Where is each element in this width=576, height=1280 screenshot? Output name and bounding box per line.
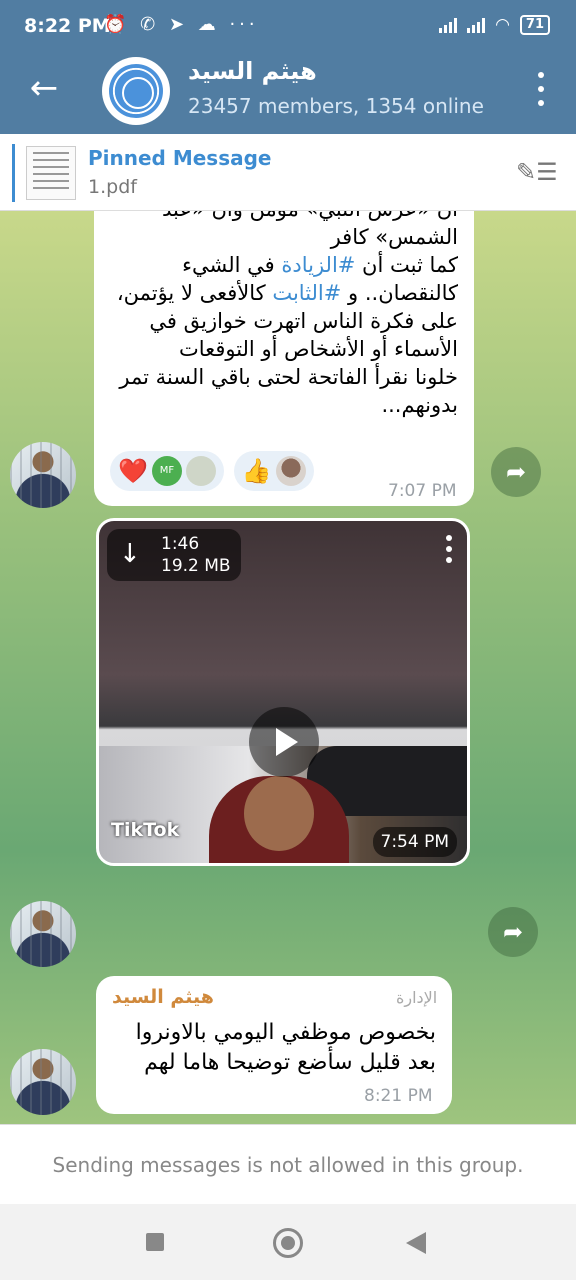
group-avatar[interactable] <box>102 57 170 125</box>
message-bubble-admin[interactable]: الإدارة هيثم السيد بخصوص موظفي اليومي با… <box>96 976 452 1114</box>
message-line: خلونا نقرأ الفاتحة لحتى باقي السنة تمر <box>119 365 458 389</box>
status-bar: 8:22 PM ⏰ ✆ ➤ ☁ ··· ◠ 71 <box>0 0 576 52</box>
system-nav-bar <box>0 1204 576 1280</box>
video-message[interactable]: ↓ 1:46 19.2 MB TikTok 7:54 PM <box>96 518 470 866</box>
share-icon[interactable]: ➦ <box>491 447 541 497</box>
wifi-icon: ◠ <box>495 15 510 35</box>
message-line: كما ثبت أن #الزيادة في الشيء <box>182 253 458 277</box>
pinned-list-icon[interactable]: ✎☰ <box>516 158 558 186</box>
sender-name[interactable]: هيثم السيد <box>112 986 214 1008</box>
pinned-bar[interactable] <box>0 134 576 211</box>
hashtag-link[interactable]: #الثابت <box>272 281 341 305</box>
pinned-file-name: 1.pdf <box>88 176 137 198</box>
heart-icon: ❤️ <box>118 457 148 485</box>
status-icons: ⏰ ✆ ➤ ☁ ··· <box>104 14 259 35</box>
message-line: الشمس» كافر <box>330 225 458 249</box>
sender-avatar[interactable] <box>10 901 76 967</box>
tiktok-watermark: TikTok <box>111 819 180 841</box>
battery-icon: 71 <box>519 15 550 35</box>
notice-text: Sending messages is not allowed in this … <box>52 1153 524 1177</box>
recents-icon[interactable] <box>146 1233 164 1251</box>
pinned-title[interactable]: Pinned Message <box>88 146 272 170</box>
status-time: 8:22 PM <box>24 15 111 37</box>
hashtag-link[interactable]: #الزيادة <box>281 253 355 277</box>
thumbs-up-icon: 👍 <box>241 457 272 485</box>
pin-indicator <box>12 144 15 202</box>
reaction-heart[interactable]: ❤️ MF <box>110 451 224 491</box>
message-line: أن «عرس النبي» مؤمن وأن «عبد <box>108 211 458 223</box>
chat-header: 8:22 PM ⏰ ✆ ➤ ☁ ··· ◠ 71 ← هيثم السيد 23… <box>0 0 576 134</box>
status-right: ◠ 71 <box>439 15 550 35</box>
message-line: على فكرة الناس اتهرت خوازيق في <box>149 309 458 333</box>
reactions-row: ❤️ MF 👍 <box>110 451 314 491</box>
sender-avatar[interactable] <box>10 442 76 508</box>
member-count: 23457 members, 1354 online <box>188 94 484 118</box>
share-icon[interactable]: ➦ <box>488 907 538 957</box>
message-line: بعد قليل سأضع توضيحا هاما لهم <box>144 1050 436 1075</box>
video-size: 19.2 MB <box>161 556 231 576</box>
more-menu-icon[interactable] <box>536 72 546 106</box>
back-icon[interactable] <box>406 1232 426 1254</box>
home-icon[interactable] <box>273 1228 303 1258</box>
reactor-avatar <box>185 456 216 486</box>
video-time: 7:54 PM <box>372 827 457 857</box>
video-download-badge[interactable]: ↓ 1:46 19.2 MB <box>107 529 241 581</box>
message-line: كالنقصان.. و #الثابت كالأفعى لا يؤتمن، <box>116 281 458 305</box>
un-logo-icon <box>109 64 163 118</box>
signal-icon <box>439 17 458 33</box>
download-icon: ↓ <box>119 539 141 569</box>
message-line: بدونهم... <box>381 393 458 417</box>
back-arrow-icon[interactable]: ← <box>24 70 64 110</box>
reactor-avatar <box>275 456 306 486</box>
sender-avatar[interactable] <box>10 1049 76 1115</box>
message-line: بخصوص موظفي اليومي بالاونروا <box>135 1020 436 1045</box>
message-line: الأسماء أو الأشخاص أو التوقعات <box>179 337 458 361</box>
pdf-thumbnail <box>26 146 76 200</box>
message-time: 8:21 PM <box>364 1086 433 1106</box>
message-time: 7:07 PM <box>388 481 457 501</box>
readonly-notice: Sending messages is not allowed in this … <box>0 1124 576 1204</box>
video-duration: 1:46 <box>161 534 200 554</box>
reactor-avatar: MF <box>151 456 182 486</box>
video-more-icon[interactable] <box>445 535 453 563</box>
chat-title[interactable]: هيثم السيد <box>188 57 317 85</box>
chat-area[interactable]: أن «عرس النبي» مؤمن وأن «عبد الشمس» كافر… <box>0 211 576 1124</box>
admin-role-label: الإدارة <box>396 988 438 1007</box>
signal-icon-2 <box>467 17 486 33</box>
play-icon[interactable] <box>249 707 319 777</box>
reaction-thumbs-up[interactable]: 👍 <box>233 451 314 491</box>
